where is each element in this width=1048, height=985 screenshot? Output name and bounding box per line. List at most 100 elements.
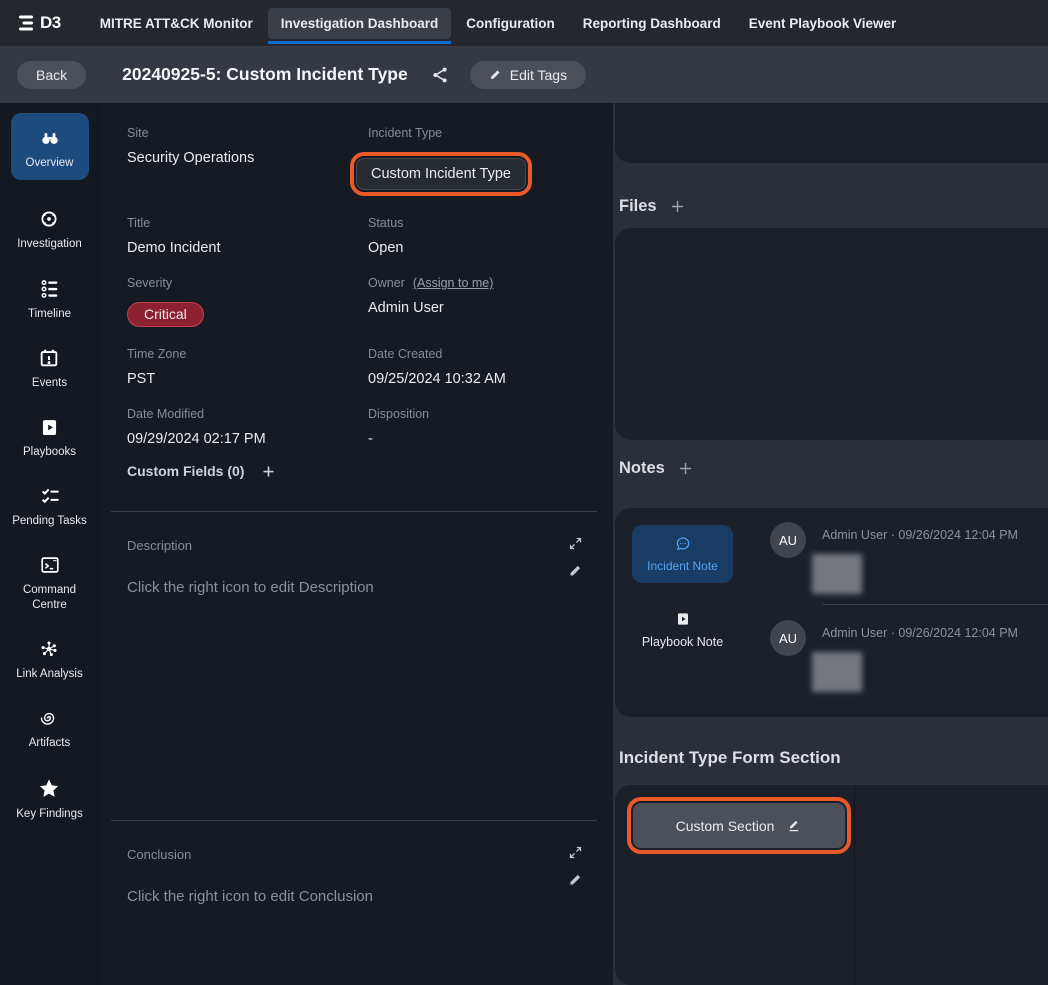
field-incident-type: Incident Type Custom Incident Type	[368, 126, 613, 196]
field-value: Demo Incident	[127, 240, 368, 256]
sidebar-item-label: Command Centre	[8, 583, 92, 612]
chat-bubble-icon	[674, 535, 692, 553]
conclusion-section: Conclusion Click the right icon to edit …	[127, 821, 613, 985]
avatar: AU	[770, 522, 806, 558]
d3-logo-icon[interactable]: D3	[18, 13, 61, 33]
note-content-redacted[interactable]	[812, 652, 862, 692]
terminal-icon	[39, 554, 61, 576]
field-title: Title Demo Incident	[127, 216, 368, 256]
sidebar-item-label: Timeline	[28, 307, 71, 321]
pencil-icon[interactable]	[568, 872, 583, 887]
field-value: Security Operations	[127, 150, 368, 166]
sidebar-item-label: Pending Tasks	[12, 514, 87, 528]
nav-investigation-dashboard[interactable]: Investigation Dashboard	[268, 8, 452, 39]
field-value: -	[368, 431, 613, 447]
sidebar-item-label: Events	[32, 376, 67, 390]
overview-panel: Site Security Operations Incident Type C…	[99, 103, 613, 985]
highlight-annotation-ring: Custom Section	[627, 797, 851, 854]
description-placeholder: Click the right icon to edit Description	[127, 579, 613, 596]
note-meta: Admin User · 09/26/2024 12:04 PM	[822, 528, 1018, 542]
sidebar-item-timeline[interactable]: Timeline	[28, 278, 71, 321]
playbook-icon	[39, 417, 60, 438]
field-value: PST	[127, 371, 368, 387]
edit-tags-label: Edit Tags	[510, 67, 567, 83]
sidebar-item-pending-tasks[interactable]: Pending Tasks	[12, 485, 87, 528]
field-date-modified: Date Modified 09/29/2024 02:17 PM	[127, 407, 368, 447]
top-card	[615, 103, 1048, 163]
right-panel: Files Notes In	[613, 103, 1048, 985]
sidebar-item-label: Overview	[26, 156, 74, 170]
sidebar-item-label: Link Analysis	[16, 667, 82, 681]
files-header: Files	[619, 197, 686, 216]
pencil-icon[interactable]	[568, 563, 583, 578]
files-card	[615, 228, 1048, 440]
conclusion-placeholder: Click the right icon to edit Conclusion	[127, 888, 613, 905]
incident-field-grid: Site Security Operations Incident Type C…	[127, 126, 613, 447]
edit-tags-button[interactable]: Edit Tags	[470, 61, 586, 89]
field-owner: Owner (Assign to me) Admin User	[368, 276, 613, 327]
timeline-icon	[39, 278, 61, 300]
add-note-button[interactable]	[677, 460, 694, 477]
add-file-button[interactable]	[669, 198, 686, 215]
field-label: Owner (Assign to me)	[368, 276, 613, 290]
pencil-underline-icon	[786, 818, 802, 834]
incident-header: Back 20240925-5: Custom Incident Type Ed…	[0, 46, 1048, 103]
sidebar-item-key-findings[interactable]: Key Findings	[16, 777, 82, 821]
custom-section-label: Custom Section	[676, 818, 775, 834]
field-value: 09/25/2024 10:32 AM	[368, 371, 613, 387]
form-section-nav: Custom Section	[615, 785, 855, 985]
expand-icon[interactable]	[568, 845, 583, 860]
nav-event-playbook-viewer[interactable]: Event Playbook Viewer	[736, 8, 910, 39]
incident-type-value[interactable]: Custom Incident Type	[356, 158, 526, 190]
nav-mitre-attck-monitor[interactable]: MITRE ATT&CK Monitor	[87, 8, 266, 39]
field-label: Severity	[127, 276, 368, 290]
field-label: Title	[127, 216, 368, 230]
field-value: 09/29/2024 02:17 PM	[127, 431, 368, 447]
form-section-card: Custom Section	[615, 785, 1048, 985]
field-date-created: Date Created 09/25/2024 10:32 AM	[368, 347, 613, 387]
sidebar-item-artifacts[interactable]: Artifacts	[29, 707, 71, 750]
nav-reporting-dashboard[interactable]: Reporting Dashboard	[570, 8, 734, 39]
sidebar-item-label: Key Findings	[16, 807, 82, 821]
back-button[interactable]: Back	[17, 61, 86, 89]
tab-label: Incident Note	[647, 559, 718, 573]
checklist-icon	[39, 485, 61, 507]
sidebar-item-label: Artifacts	[29, 736, 71, 750]
binoculars-icon	[38, 127, 62, 149]
custom-section-button[interactable]: Custom Section	[633, 803, 845, 848]
sidebar-item-link-analysis[interactable]: Link Analysis	[16, 638, 82, 681]
fingerprint-icon	[38, 707, 60, 729]
add-custom-field-button[interactable]	[261, 464, 276, 479]
tab-playbook-note[interactable]: Playbook Note	[632, 611, 733, 649]
network-icon	[38, 638, 60, 660]
field-time-zone: Time Zone PST	[127, 347, 368, 387]
sidebar-item-events[interactable]: Events	[32, 347, 67, 390]
field-label: Time Zone	[127, 347, 368, 361]
target-icon	[38, 208, 60, 230]
note-meta: Admin User · 09/26/2024 12:04 PM	[822, 626, 1018, 640]
field-label: Incident Type	[368, 126, 613, 140]
severity-badge[interactable]: Critical	[127, 302, 204, 327]
nav-configuration[interactable]: Configuration	[453, 8, 567, 39]
sidebar-item-label: Playbooks	[23, 445, 76, 459]
investigation-dashboard-screen: D3 MITRE ATT&CK Monitor Investigation Da…	[0, 0, 1048, 985]
field-label: Date Created	[368, 347, 613, 361]
tab-incident-note[interactable]: Incident Note	[632, 525, 733, 583]
field-severity: Severity Critical	[127, 276, 368, 327]
note-content-redacted[interactable]	[812, 554, 862, 594]
expand-icon[interactable]	[568, 536, 583, 551]
book-play-icon	[675, 611, 691, 627]
notes-title: Notes	[619, 459, 665, 478]
field-disposition: Disposition -	[368, 407, 613, 447]
field-value: Admin User	[368, 300, 613, 316]
notes-header: Notes	[619, 459, 694, 478]
sidebar-item-overview[interactable]: Overview	[11, 113, 89, 180]
assign-to-me-link[interactable]: (Assign to me)	[413, 276, 494, 290]
page-title: 20240925-5: Custom Incident Type	[122, 64, 408, 85]
conclusion-label: Conclusion	[127, 847, 613, 862]
sidebar-item-investigation[interactable]: Investigation	[17, 208, 82, 251]
share-icon[interactable]	[430, 65, 450, 85]
sidebar-item-command-centre[interactable]: Command Centre	[8, 554, 92, 612]
sidebar-item-playbooks[interactable]: Playbooks	[23, 417, 76, 459]
field-value: Open	[368, 240, 613, 256]
